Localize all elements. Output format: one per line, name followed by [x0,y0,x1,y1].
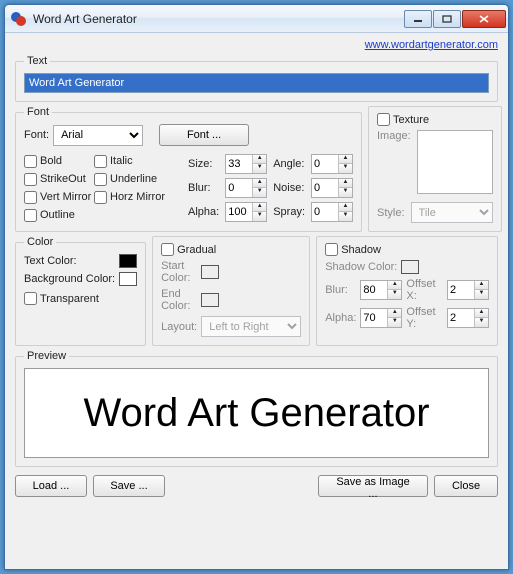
app-icon [11,11,27,27]
texture-group: Texture Image: Style: Tile [368,106,502,232]
noise-label: Noise: [273,182,305,194]
gradual-group: Gradual Start Color: End Color: Layout: … [152,236,310,346]
app-window: Word Art Generator www.wordartgenerator.… [4,4,509,570]
angle-label: Angle: [273,158,305,170]
color-group: Color Text Color: Background Color: Tran… [15,236,146,346]
bg-color-swatch[interactable] [119,272,137,286]
outline-checkbox[interactable]: Outline [24,208,92,222]
font-legend: Font [24,106,52,118]
text-color-swatch[interactable] [119,254,137,268]
maximize-button[interactable] [433,10,461,28]
font-style-checks: Bold Italic StrikeOut Underline Vert Mir… [24,154,180,222]
maximize-icon [442,15,452,23]
gradual-legend: Gradual [177,244,216,256]
shadow-ox-label: Offset X: [406,278,443,302]
font-select[interactable]: Arial [53,125,143,146]
shadow-blur-stepper[interactable]: ▲▼ [360,280,402,300]
website-link-row: www.wordartgenerator.com [15,39,498,51]
save-image-button[interactable]: Save as Image ... [318,475,428,497]
preview-box: Word Art Generator [24,368,489,458]
close-button[interactable]: Close [434,475,498,497]
bold-checkbox[interactable]: Bold [24,154,92,168]
shadow-group: Shadow Shadow Color: Blur: ▲▼ Offset X: … [316,236,498,346]
color-legend: Color [24,236,56,248]
italic-checkbox[interactable]: Italic [94,154,180,168]
load-button[interactable]: Load ... [15,475,87,497]
minimize-button[interactable] [404,10,432,28]
shadow-alpha-label: Alpha: [325,312,356,324]
underline-checkbox[interactable]: Underline [94,172,180,186]
shadow-color-label: Shadow Color: [325,261,397,273]
font-button[interactable]: Font ... [159,124,249,146]
gradual-end-label: End Color: [161,288,197,312]
preview-text: Word Art Generator [83,391,429,436]
close-window-button[interactable] [462,10,506,28]
footer-buttons: Load ... Save ... Save as Image ... Clos… [15,475,498,497]
alpha-label: Alpha: [188,206,219,218]
texture-image-box[interactable] [417,130,493,194]
bg-color-label: Background Color: [24,273,115,285]
size-stepper[interactable]: ▲▼ [225,154,267,174]
shadow-legend: Shadow [341,244,381,256]
window-title: Word Art Generator [33,12,404,26]
texture-image-label: Image: [377,130,411,142]
shadow-color-swatch[interactable] [401,260,419,274]
window-buttons [404,10,506,28]
shadow-oy-stepper[interactable]: ▲▼ [447,308,489,328]
gradual-checkbox[interactable] [161,243,174,256]
preview-legend: Preview [24,350,69,362]
vmirror-checkbox[interactable]: Vert Mirror [24,190,92,204]
shadow-ox-stepper[interactable]: ▲▼ [447,280,489,300]
gradual-end-swatch[interactable] [201,293,219,307]
save-button[interactable]: Save ... [93,475,165,497]
strikeout-checkbox[interactable]: StrikeOut [24,172,92,186]
alpha-stepper[interactable]: ▲▼ [225,202,267,222]
text-legend: Text [24,55,50,67]
font-group: Font Font: Arial Font ... Bold Italic St… [15,106,362,232]
text-color-label: Text Color: [24,255,115,267]
blur-stepper[interactable]: ▲▼ [225,178,267,198]
texture-legend: Texture [393,114,429,126]
transparent-checkbox[interactable]: Transparent [24,292,137,305]
hmirror-checkbox[interactable]: Horz Mirror [94,190,180,204]
noise-stepper[interactable]: ▲▼ [311,178,353,198]
size-label: Size: [188,158,219,170]
website-link[interactable]: www.wordartgenerator.com [365,39,498,51]
shadow-alpha-stepper[interactable]: ▲▼ [360,308,402,328]
gradual-start-swatch[interactable] [201,265,219,279]
text-input[interactable] [24,73,489,93]
gradual-layout-label: Layout: [161,321,197,333]
texture-checkbox[interactable] [377,113,390,126]
text-group: Text [15,55,498,102]
spray-label: Spray: [273,206,305,218]
shadow-checkbox[interactable] [325,243,338,256]
font-params: Size: ▲▼ Angle: ▲▼ Blur: ▲▼ Noise: ▲▼ Al… [188,154,353,222]
gradual-layout-select[interactable]: Left to Right [201,316,301,337]
close-icon [478,14,490,24]
preview-group: Preview Word Art Generator [15,350,498,467]
texture-style-label: Style: [377,207,405,219]
gradual-start-label: Start Color: [161,260,197,284]
spray-stepper[interactable]: ▲▼ [311,202,353,222]
font-label: Font: [24,129,49,141]
texture-style-select[interactable]: Tile [411,202,493,223]
angle-stepper[interactable]: ▲▼ [311,154,353,174]
titlebar[interactable]: Word Art Generator [5,5,508,33]
shadow-oy-label: Offset Y: [406,306,443,330]
client-area: www.wordartgenerator.com Text Font Font:… [5,33,508,569]
shadow-blur-label: Blur: [325,284,356,296]
minimize-icon [413,15,423,23]
blur-label: Blur: [188,182,219,194]
